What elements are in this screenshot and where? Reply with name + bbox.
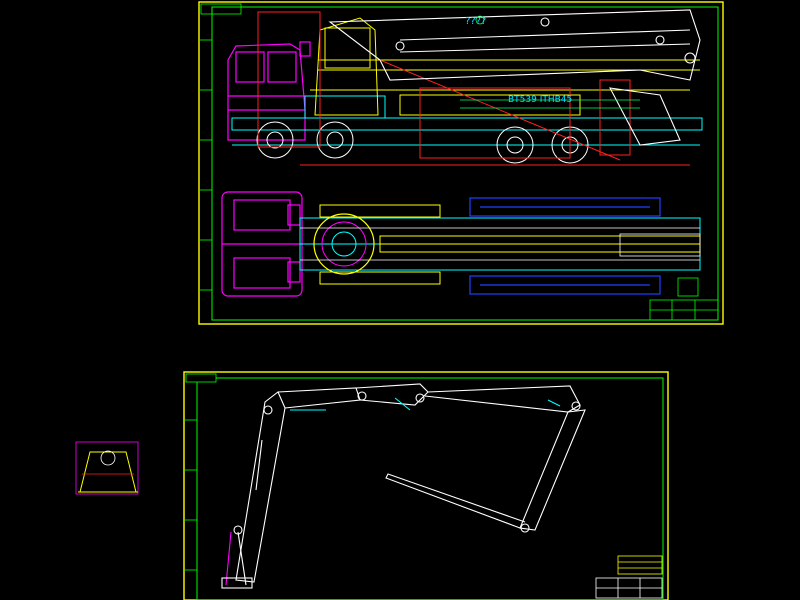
boom-extended-view[interactable] [221,383,586,589]
outriggers [469,197,661,295]
bottom-drawing-sheet[interactable] [183,371,669,600]
model-code-label: BT539 ITHB45 [508,95,572,105]
bottom-sheet-zone-strip [184,373,217,571]
top-sheet-zone-strip [199,3,242,291]
top-drawing-sheet[interactable]: ???? BT539 ITHB45 [198,1,724,325]
turret-thumbnail-icon[interactable] [75,441,139,495]
boom-question-label: ???? [465,16,486,27]
cad-drawing-canvas[interactable]: ???? BT539 ITHB45 [0,0,800,600]
truck-side-view[interactable]: ???? BT539 ITHB45 [227,9,703,166]
boom-folded-side [328,9,701,146]
truck-cab-plan [221,191,303,297]
chassis-frame [231,95,703,146]
wheels [256,121,589,164]
bottom-title-block [595,555,663,599]
hydraulic-lines [257,11,690,166]
turret-structure [310,17,700,116]
truck-plan-view[interactable] [221,191,701,297]
truck-cab-side [227,41,311,141]
